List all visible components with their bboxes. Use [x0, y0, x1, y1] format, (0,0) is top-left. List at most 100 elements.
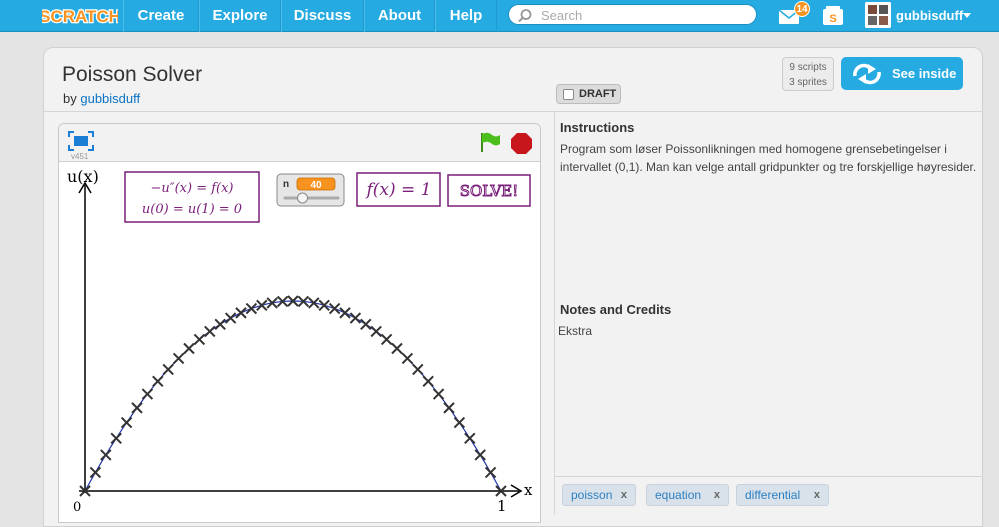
grid-point-marker [110, 432, 122, 444]
grid-point-marker [339, 307, 351, 319]
username: gubbisduff [896, 8, 964, 23]
nav-create[interactable]: Create [123, 0, 199, 32]
tag-label: differential [745, 488, 801, 502]
search-input[interactable]: Search [508, 4, 757, 25]
see-inside-arrows-icon [853, 63, 881, 85]
draft-label: DRAFT [579, 88, 617, 100]
grid-point-marker [328, 302, 341, 315]
grid-point-marker [484, 466, 497, 479]
grid-point-marker [432, 388, 445, 400]
grid-point-marker [349, 312, 362, 324]
slider-knob[interactable] [297, 192, 308, 204]
sidebar-divider [554, 112, 555, 515]
player-controls-bar [59, 124, 540, 162]
grid-point-marker [256, 299, 268, 311]
search-icon [518, 9, 532, 23]
grid-point-marker [360, 318, 372, 330]
grid-point-marker [422, 375, 434, 387]
scripts-count: 9 scripts [789, 62, 827, 73]
grid-point-marker [141, 388, 154, 400]
project-stats: 9 scripts 3 sprites [782, 57, 834, 91]
project-byline: by gubbisduff [63, 91, 140, 106]
grid-point-marker [370, 325, 382, 338]
grid-point-marker [443, 402, 455, 414]
x-axis-label: x [524, 481, 533, 499]
equation-box: −u″(x) = f(x) u(0) = u(1) = 0 [124, 171, 260, 223]
logo-text: SCRATCH [42, 7, 118, 26]
search-placeholder: Search [541, 8, 583, 23]
grid-point-marker [172, 352, 185, 365]
grid-point-marker [193, 333, 206, 346]
project-title: Poisson Solver [62, 63, 203, 86]
messages-count-badge: 14 [794, 1, 810, 17]
instructions-text: Program som løser Poissonlikningen med h… [560, 142, 977, 174]
grid-point-marker [224, 312, 237, 324]
f-function-label: f(x) = 1 [364, 180, 431, 200]
grid-point-marker [131, 402, 143, 414]
author-link[interactable]: gubbisduff [80, 91, 140, 106]
remove-tag-icon[interactable]: x [621, 485, 627, 505]
grid-point-marker [464, 432, 476, 444]
nav-about[interactable]: About [364, 0, 435, 32]
my-stuff-icon[interactable]: S [822, 6, 844, 26]
grid-point-marker [391, 342, 403, 355]
tag-label: poisson [571, 488, 613, 502]
grid-point-marker [235, 307, 247, 319]
equation-line-1: −u″(x) = f(x) [150, 181, 233, 196]
solve-button[interactable]: SOLVE! [447, 174, 531, 207]
tags-divider [555, 476, 983, 477]
equation-line-2: u(0) = u(1) = 0 [142, 202, 242, 217]
user-avatar [865, 2, 891, 28]
x-axis-end-tick: 1 [497, 497, 507, 515]
grid-point-marker [318, 299, 330, 311]
solve-button-label: SOLVE! [460, 182, 519, 200]
see-inside-button[interactable]: See inside [841, 57, 963, 90]
grid-point-marker [401, 352, 414, 365]
tag-equation[interactable]: equation x [646, 484, 729, 506]
see-inside-label: See inside [892, 66, 957, 81]
instructions-heading: Instructions [560, 120, 635, 135]
grid-point-marker [245, 302, 258, 315]
fullscreen-icon[interactable] [68, 131, 94, 151]
grid-point-marker [474, 449, 486, 461]
chevron-down-icon [963, 13, 971, 18]
tag-poisson[interactable]: poisson x [562, 484, 636, 506]
remove-tag-icon[interactable]: x [814, 485, 820, 505]
sprites-count: 3 sprites [789, 77, 827, 88]
scratch-logo[interactable]: SCRATCH [42, 3, 118, 27]
byline-prefix: by [63, 91, 77, 106]
n-slider-monitor[interactable]: n 40 [276, 173, 345, 207]
tag-differential[interactable]: differential x [736, 484, 829, 506]
green-flag-icon[interactable] [479, 131, 501, 153]
nav-discuss[interactable]: Discuss [281, 0, 364, 32]
svg-text:S: S [829, 13, 836, 25]
f-function-box[interactable]: f(x) = 1 [356, 172, 441, 207]
header-divider [44, 111, 982, 112]
solution-curve [84, 300, 502, 492]
grid-point-marker [380, 333, 393, 346]
tag-label: equation [655, 488, 702, 502]
y-axis [78, 181, 92, 493]
draft-toggle[interactable]: DRAFT [556, 84, 621, 104]
draft-checkbox[interactable] [563, 89, 574, 100]
slider-value: 40 [310, 180, 322, 191]
stop-icon[interactable] [511, 133, 532, 154]
grid-point-marker [152, 375, 164, 387]
notes-heading: Notes and Credits [560, 302, 672, 317]
grid-point-marker [89, 466, 102, 479]
y-axis-label: u(x) [67, 167, 99, 186]
notes-text: Ekstra [558, 324, 593, 338]
remove-tag-icon[interactable]: x [714, 485, 720, 505]
grid-point-marker [162, 363, 174, 376]
stage-canvas[interactable]: u(x) x 1 0 −u″(x) = f(x) u(0) = u(1) = 0… [59, 163, 540, 515]
nav-help[interactable]: Help [435, 0, 497, 32]
solution-plot [79, 295, 507, 497]
slider-variable-name: n [283, 179, 289, 190]
grid-point-marker [100, 449, 112, 461]
origin-label: 0 [73, 500, 81, 515]
grid-point-marker [120, 416, 133, 429]
x-axis [79, 484, 523, 498]
grid-point-marker [204, 325, 216, 338]
nav-explore[interactable]: Explore [199, 0, 281, 32]
grid-point-marker [183, 342, 195, 355]
